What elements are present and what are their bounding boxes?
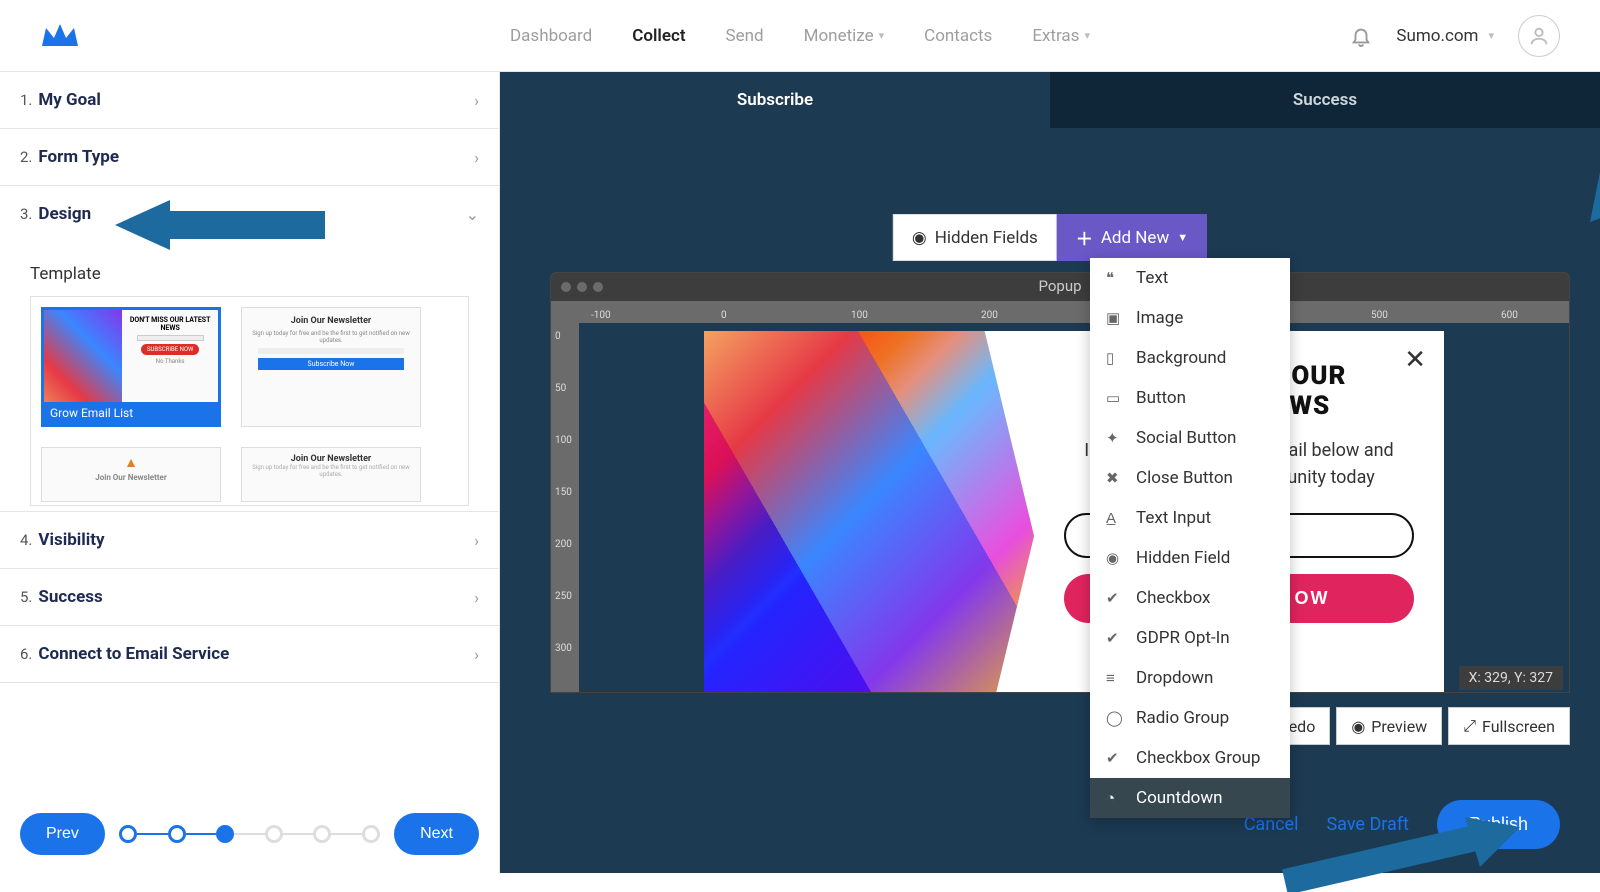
text-input-icon: A̲: [1106, 509, 1124, 527]
sidebar-footer: Prev Next: [0, 795, 499, 873]
top-nav: Dashboard Collect Send Monetize▾ Contact…: [0, 0, 1600, 72]
canvas-tabs: Subscribe Success: [500, 72, 1600, 128]
step-my-goal[interactable]: 1. My Goal ›: [0, 72, 499, 129]
background-icon: ▯: [1106, 349, 1124, 367]
nav-contacts[interactable]: Contacts: [924, 26, 992, 46]
dd-image[interactable]: ▣Image: [1090, 298, 1290, 338]
template-grid: DON'T MISS OUR LATEST NEWS SUBSCRIBE NOW…: [30, 296, 469, 506]
social-icon: ✦: [1106, 429, 1124, 447]
popup-editor-window: Popup -100 0 100 200 300 400 500 600 0 5…: [550, 272, 1570, 693]
caret-down-icon: ▼: [1177, 231, 1188, 244]
template-card-4[interactable]: Join Our Newsletter Sign up today for fr…: [241, 447, 421, 502]
chevron-right-icon: ›: [474, 645, 479, 664]
nav-collect[interactable]: Collect: [632, 26, 685, 46]
step-success[interactable]: 5. Success ›: [0, 569, 499, 626]
account-label: Sumo.com: [1396, 26, 1478, 46]
chevron-right-icon: ›: [474, 148, 479, 167]
chevron-right-icon: ›: [474, 91, 479, 110]
template-card-2[interactable]: Join Our Newsletter Sign up today for fr…: [241, 307, 421, 427]
cursor-coords: X: 329, Y: 327: [1459, 666, 1563, 690]
eye-icon: ◉: [912, 228, 927, 248]
annotation-arrow-icon: [110, 190, 330, 260]
tab-subscribe[interactable]: Subscribe: [500, 72, 1050, 128]
clock-icon: ◔: [1106, 789, 1124, 807]
dd-radio-group[interactable]: ◯Radio Group: [1090, 698, 1290, 738]
dd-checkbox[interactable]: ✔Checkbox: [1090, 578, 1290, 618]
check-icon: ✔: [1106, 629, 1124, 647]
check-icon: ✔: [1106, 749, 1124, 767]
chevron-down-icon: ⌄: [466, 205, 479, 224]
popup-card[interactable]: ✕ DON'T MISS OURLATEST NEWS Interested? …: [704, 331, 1444, 693]
dd-text-input[interactable]: A̲Text Input: [1090, 498, 1290, 538]
fullscreen-button[interactable]: ⤢Fullscreen: [1448, 707, 1570, 745]
template-card-3[interactable]: ▲ Join Our Newsletter: [41, 447, 221, 502]
preview-button[interactable]: ◉Preview: [1336, 707, 1442, 745]
expand-icon: ⤢: [1463, 716, 1476, 736]
prev-button[interactable]: Prev: [20, 813, 105, 855]
next-button[interactable]: Next: [394, 813, 479, 855]
nav-dashboard[interactable]: Dashboard: [510, 26, 592, 46]
avatar[interactable]: [1518, 15, 1560, 57]
nav-items: Dashboard Collect Send Monetize▾ Contact…: [510, 26, 1090, 46]
close-icon[interactable]: ✕: [1404, 345, 1426, 375]
canvas-toolbar-bottom: Redo ◉Preview ⤢Fullscreen: [1264, 707, 1570, 745]
tab-success[interactable]: Success: [1050, 72, 1600, 128]
step-progress: [119, 824, 380, 844]
dd-checkbox-group[interactable]: ✔Checkbox Group: [1090, 738, 1290, 778]
dd-background[interactable]: ▯Background: [1090, 338, 1290, 378]
list-icon: ≡: [1106, 669, 1124, 687]
step-form-type[interactable]: 2. Form Type ›: [0, 129, 499, 186]
nav-send[interactable]: Send: [726, 26, 764, 46]
card-image: [704, 331, 1034, 693]
close-icon: ✖: [1106, 469, 1124, 487]
plus-icon: ＋: [1076, 225, 1093, 250]
dd-button[interactable]: ▭Button: [1090, 378, 1290, 418]
add-new-button[interactable]: ＋ Add New ▼: [1057, 214, 1207, 261]
button-icon: ▭: [1106, 389, 1124, 407]
dd-countdown[interactable]: ◔Countdown: [1090, 778, 1290, 818]
text-icon: ❝: [1106, 269, 1124, 287]
dd-dropdown[interactable]: ≡Dropdown: [1090, 658, 1290, 698]
radio-icon: ◯: [1106, 709, 1124, 727]
nav-extras[interactable]: Extras▾: [1032, 26, 1090, 46]
chevron-right-icon: ›: [474, 531, 479, 550]
logo-crown-icon[interactable]: [40, 22, 80, 50]
add-new-dropdown: ❝Text ▣Image ▯Background ▭Button ✦Social…: [1090, 258, 1290, 818]
window-title: Popup: [1038, 277, 1081, 295]
dd-gdpr[interactable]: ✔GDPR Opt-In: [1090, 618, 1290, 658]
canvas-inner[interactable]: ✕ DON'T MISS OURLATEST NEWS Interested? …: [579, 323, 1569, 692]
canvas-area: Subscribe Success ◉ Hidden Fields ＋ Add …: [500, 72, 1600, 873]
step-visibility[interactable]: 4. Visibility ›: [0, 512, 499, 569]
hidden-fields-button[interactable]: ◉ Hidden Fields: [893, 214, 1057, 261]
dd-text[interactable]: ❝Text: [1090, 258, 1290, 298]
design-panel: Template DON'T MISS OUR LATEST NEWS SUBS…: [0, 242, 499, 512]
window-titlebar: Popup: [551, 273, 1569, 301]
eye-icon: ◉: [1106, 549, 1124, 567]
eye-icon: ◉: [1351, 717, 1365, 736]
annotation-arrow-icon: [1580, 82, 1600, 222]
chevron-down-icon: ▾: [1084, 29, 1090, 42]
dd-social-button[interactable]: ✦Social Button: [1090, 418, 1290, 458]
chevron-down-icon: ▾: [879, 29, 885, 42]
annotation-arrow-icon: [1280, 812, 1520, 892]
dd-close-button[interactable]: ✖Close Button: [1090, 458, 1290, 498]
bell-icon[interactable]: [1350, 25, 1372, 47]
nav-monetize[interactable]: Monetize▾: [804, 26, 884, 46]
account-switcher[interactable]: Sumo.com ▾: [1396, 26, 1494, 46]
dd-hidden-field[interactable]: ◉Hidden Field: [1090, 538, 1290, 578]
step-connect-email[interactable]: 6. Connect to Email Service ›: [0, 626, 499, 683]
check-icon: ✔: [1106, 589, 1124, 607]
image-icon: ▣: [1106, 309, 1124, 327]
chevron-right-icon: ›: [474, 588, 479, 607]
canvas-toolbar: ◉ Hidden Fields ＋ Add New ▼: [893, 214, 1207, 261]
template-card-1[interactable]: DON'T MISS OUR LATEST NEWS SUBSCRIBE NOW…: [41, 307, 221, 427]
ruler-horizontal: -100 0 100 200 300 400 500 600: [551, 301, 1569, 323]
warning-icon: ▲: [124, 454, 138, 471]
chevron-down-icon: ▾: [1488, 29, 1494, 42]
template-caption: Grow Email List: [44, 402, 218, 424]
template-heading: Template: [30, 264, 469, 284]
ruler-vertical: 0 50 100 150 200 250 300 350: [551, 323, 579, 692]
